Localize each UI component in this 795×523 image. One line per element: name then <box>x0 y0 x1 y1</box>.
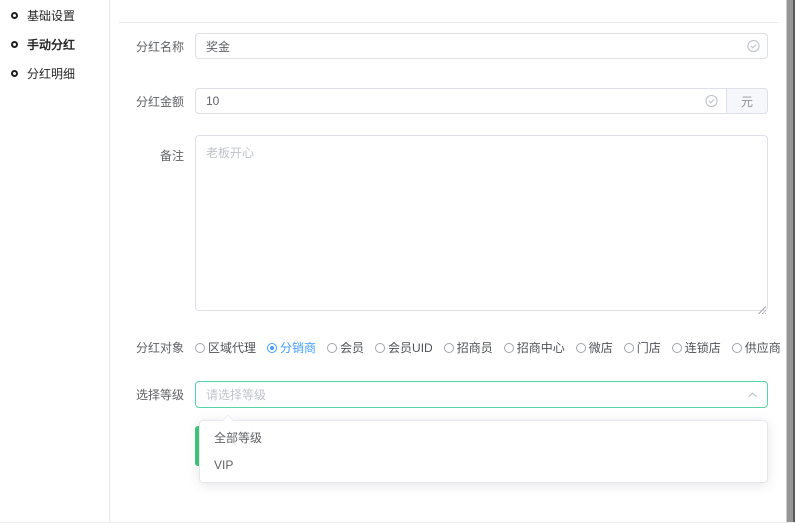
chevron-up-icon <box>747 391 758 398</box>
field-row-amount: 分红金额 元 <box>111 88 768 114</box>
radio-icon <box>375 343 385 353</box>
target-radio-group: 区域代理 分销商 会员 会员UID <box>195 339 781 356</box>
radio-circle-icon <box>11 41 18 48</box>
sidebar-item-label: 手动分红 <box>27 36 75 53</box>
radio-icon-selected <box>267 343 277 353</box>
radio-icon <box>195 343 205 353</box>
radio-region-agent[interactable]: 区域代理 <box>195 339 256 356</box>
level-select-placeholder: 请选择等级 <box>206 386 266 403</box>
field-row-remark: 备注 老板开心 <box>111 135 768 316</box>
radio-store[interactable]: 门店 <box>624 339 661 356</box>
radio-member[interactable]: 会员 <box>327 339 364 356</box>
radio-icon <box>327 343 337 353</box>
radio-recruit-center[interactable]: 招商中心 <box>504 339 565 356</box>
sidebar-item-label: 分红明细 <box>27 65 75 82</box>
field-row-level: 选择等级 请选择等级 <box>111 381 768 408</box>
radio-micro-shop[interactable]: 微店 <box>576 339 613 356</box>
circle-check-icon <box>705 95 718 108</box>
sidebar: 基础设置 手动分红 分红明细 <box>0 0 110 523</box>
radio-circle-icon <box>11 70 18 77</box>
radio-icon <box>624 343 634 353</box>
radio-chain-store[interactable]: 连锁店 <box>672 339 721 356</box>
radio-distributor[interactable]: 分销商 <box>267 339 316 356</box>
popper-arrow <box>222 414 233 425</box>
radio-circle-icon <box>11 12 18 19</box>
dropdown-option-vip[interactable]: VIP <box>200 452 767 479</box>
field-label-name: 分红名称 <box>111 38 184 55</box>
vertical-scrollbar[interactable] <box>786 0 795 522</box>
field-label-amount: 分红金额 <box>111 93 184 110</box>
sidebar-item-dividend-detail[interactable]: 分红明细 <box>0 59 109 88</box>
sidebar-item-label: 基础设置 <box>27 7 75 24</box>
radio-recruiter[interactable]: 招商员 <box>444 339 493 356</box>
radio-icon <box>732 343 742 353</box>
circle-check-icon <box>747 40 760 53</box>
form-content: 分红名称 分红金额 <box>111 0 786 522</box>
content-top-divider <box>119 22 779 23</box>
remark-textarea[interactable]: 老板开心 <box>195 135 768 311</box>
radio-member-uid[interactable]: 会员UID <box>375 339 433 356</box>
field-row-target: 分红对象 区域代理 分销商 会员 <box>111 339 781 356</box>
radio-supplier[interactable]: 供应商 <box>732 339 781 356</box>
manual-dividend-page: 基础设置 手动分红 分红明细 分红名称 <box>0 0 795 523</box>
dividend-name-input[interactable] <box>195 33 768 59</box>
field-label-level: 选择等级 <box>111 386 184 403</box>
radio-icon <box>444 343 454 353</box>
field-label-target: 分红对象 <box>111 339 184 356</box>
dividend-amount-input[interactable] <box>195 88 726 114</box>
radio-icon <box>672 343 682 353</box>
sidebar-item-manual-dividend[interactable]: 手动分红 <box>0 30 109 59</box>
dropdown-option-all-levels[interactable]: 全部等级 <box>200 425 767 452</box>
field-row-name: 分红名称 <box>111 33 768 59</box>
field-label-remark: 备注 <box>111 135 184 316</box>
resize-grip-icon[interactable] <box>757 305 766 314</box>
radio-icon <box>504 343 514 353</box>
level-select[interactable]: 请选择等级 <box>195 381 768 408</box>
radio-icon <box>576 343 586 353</box>
sidebar-item-basic-settings[interactable]: 基础设置 <box>0 1 109 30</box>
amount-unit-suffix: 元 <box>726 88 768 114</box>
level-dropdown-panel: 全部等级 VIP <box>199 420 768 483</box>
